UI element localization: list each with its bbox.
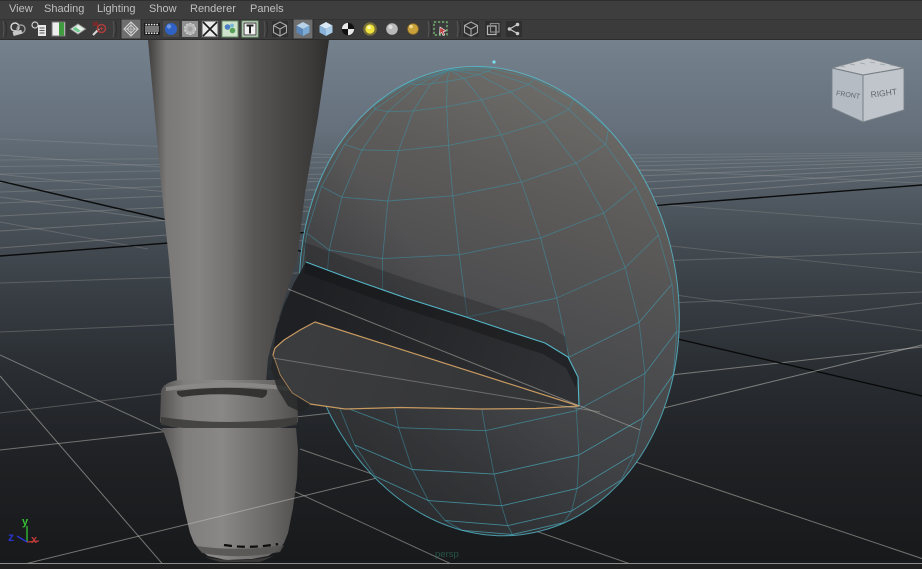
svg-text:x: x [31,534,38,546]
svg-text:persp: persp [435,549,459,560]
svg-text:y: y [22,516,29,528]
svg-text:z: z [8,530,14,544]
